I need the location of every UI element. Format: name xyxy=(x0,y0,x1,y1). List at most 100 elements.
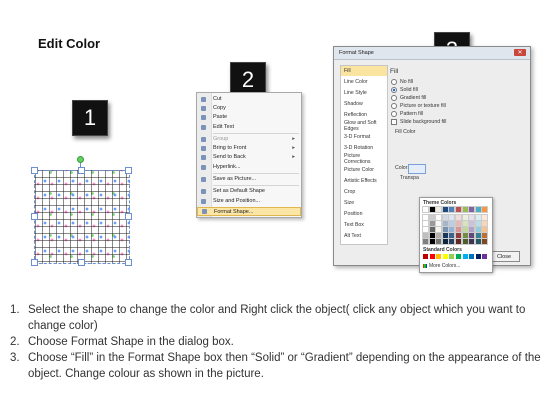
color-swatch[interactable] xyxy=(474,226,482,233)
color-swatch[interactable] xyxy=(461,206,469,213)
color-picker-button[interactable] xyxy=(408,164,426,174)
color-swatch[interactable] xyxy=(474,220,482,227)
nav-item-shadow[interactable]: Shadow xyxy=(341,99,387,109)
menu-item-hyperlink[interactable]: Hyperlink... xyxy=(197,163,301,171)
color-swatch[interactable] xyxy=(455,226,462,233)
menu-item-paste[interactable]: Paste xyxy=(197,113,301,121)
color-swatch[interactable] xyxy=(481,214,489,221)
color-swatch[interactable] xyxy=(435,232,443,239)
radio-button[interactable] xyxy=(391,111,397,117)
color-swatch[interactable] xyxy=(441,214,449,221)
color-swatch[interactable] xyxy=(435,220,443,227)
menu-item-cut[interactable]: Cut xyxy=(197,95,301,103)
picture-fill-option[interactable]: Picture or texture fill xyxy=(391,103,446,109)
standard-color-swatch[interactable] xyxy=(436,254,442,259)
color-swatch[interactable] xyxy=(448,214,456,221)
nav-item-crop[interactable]: Crop xyxy=(341,187,387,197)
color-swatch[interactable] xyxy=(441,232,449,239)
color-swatch[interactable] xyxy=(468,214,476,221)
color-swatch[interactable] xyxy=(468,226,476,233)
color-swatch[interactable] xyxy=(448,238,456,245)
more-colors-link[interactable]: More Colors... xyxy=(423,263,460,269)
standard-color-swatch[interactable] xyxy=(442,254,448,259)
nav-item-artistic-effects[interactable]: Artistic Effects xyxy=(341,176,387,186)
color-swatch[interactable] xyxy=(428,232,436,239)
standard-color-swatch[interactable] xyxy=(429,254,435,259)
nav-item-picture-color[interactable]: Picture Color xyxy=(341,165,387,175)
menu-item-format-shape[interactable]: Format Shape... xyxy=(197,207,301,216)
resize-handle[interactable] xyxy=(125,259,132,266)
solid-fill-option[interactable]: Solid fill xyxy=(391,87,418,93)
color-swatch[interactable] xyxy=(422,214,429,221)
resize-handle[interactable] xyxy=(31,259,38,266)
radio-button[interactable] xyxy=(391,103,397,109)
color-swatch[interactable] xyxy=(435,214,443,221)
no-fill-option[interactable]: No fill xyxy=(391,79,413,85)
resize-handle[interactable] xyxy=(78,259,85,266)
color-swatch[interactable] xyxy=(474,232,482,239)
radio-button[interactable] xyxy=(391,79,397,85)
color-swatch[interactable] xyxy=(455,220,462,227)
color-swatch[interactable] xyxy=(428,238,436,245)
nav-item-3d-format[interactable]: 3-D Format xyxy=(341,132,387,142)
nav-item-text-box[interactable]: Text Box xyxy=(341,220,387,230)
standard-color-swatch[interactable] xyxy=(475,254,481,259)
color-swatch[interactable] xyxy=(455,206,462,213)
color-swatch[interactable] xyxy=(481,206,489,213)
standard-color-swatch[interactable] xyxy=(462,254,468,259)
color-swatch[interactable] xyxy=(468,232,476,239)
rotation-handle[interactable] xyxy=(77,156,84,163)
color-swatch[interactable] xyxy=(422,226,429,233)
color-swatch[interactable] xyxy=(441,238,449,245)
standard-color-swatch[interactable] xyxy=(482,254,488,259)
color-swatch[interactable] xyxy=(441,206,449,213)
color-swatch[interactable] xyxy=(474,238,482,245)
color-swatch[interactable] xyxy=(455,238,462,245)
color-swatch[interactable] xyxy=(448,206,456,213)
standard-color-swatch[interactable] xyxy=(456,254,461,259)
nav-item-glow[interactable]: Glow and Soft Edges xyxy=(341,120,387,132)
menu-item-set-default-shape[interactable]: Set as Default Shape xyxy=(197,187,301,195)
color-swatch[interactable] xyxy=(422,232,429,239)
color-swatch[interactable] xyxy=(461,232,469,239)
pattern-fill-option[interactable]: Pattern fill xyxy=(391,111,423,117)
menu-item-send-to-back[interactable]: Send to Back ▸ xyxy=(197,153,301,161)
color-swatch[interactable] xyxy=(461,238,469,245)
color-swatch[interactable] xyxy=(481,232,489,239)
nav-item-fill[interactable]: Fill xyxy=(341,66,387,76)
color-swatch[interactable] xyxy=(428,206,436,213)
color-swatch[interactable] xyxy=(474,206,482,213)
color-swatch[interactable] xyxy=(441,220,449,227)
radio-button[interactable] xyxy=(391,95,397,101)
standard-color-swatch[interactable] xyxy=(423,254,428,259)
color-swatch[interactable] xyxy=(422,220,429,227)
color-swatch[interactable] xyxy=(461,220,469,227)
checkbox[interactable] xyxy=(391,119,397,125)
nav-item-reflection[interactable]: Reflection xyxy=(341,110,387,120)
resize-handle[interactable] xyxy=(125,167,132,174)
menu-item-edit-text[interactable]: Edit Text xyxy=(197,123,301,131)
menu-item-group[interactable]: Group ▸ xyxy=(197,135,301,143)
standard-color-swatch[interactable] xyxy=(449,254,455,259)
color-swatch[interactable] xyxy=(428,214,436,221)
close-icon[interactable]: ✕ xyxy=(514,49,526,56)
standard-color-swatch[interactable] xyxy=(469,254,475,259)
menu-item-save-as-picture[interactable]: Save as Picture... xyxy=(197,175,301,183)
color-swatch[interactable] xyxy=(422,206,429,213)
color-swatch[interactable] xyxy=(441,226,449,233)
color-swatch[interactable] xyxy=(461,226,469,233)
color-swatch[interactable] xyxy=(428,220,436,227)
color-swatch[interactable] xyxy=(481,226,489,233)
radio-button[interactable] xyxy=(391,87,397,93)
color-swatch[interactable] xyxy=(428,226,436,233)
color-swatch[interactable] xyxy=(422,238,429,245)
menu-item-copy[interactable]: Copy xyxy=(197,104,301,112)
resize-handle[interactable] xyxy=(125,213,132,220)
nav-item-line-color[interactable]: Line Color xyxy=(341,77,387,87)
color-swatch[interactable] xyxy=(461,214,469,221)
nav-item-line-style[interactable]: Line Style xyxy=(341,88,387,98)
color-swatch[interactable] xyxy=(455,214,462,221)
color-swatch[interactable] xyxy=(448,220,456,227)
nav-item-position[interactable]: Position xyxy=(341,209,387,219)
nav-item-alt-text[interactable]: Alt Text xyxy=(341,231,387,241)
